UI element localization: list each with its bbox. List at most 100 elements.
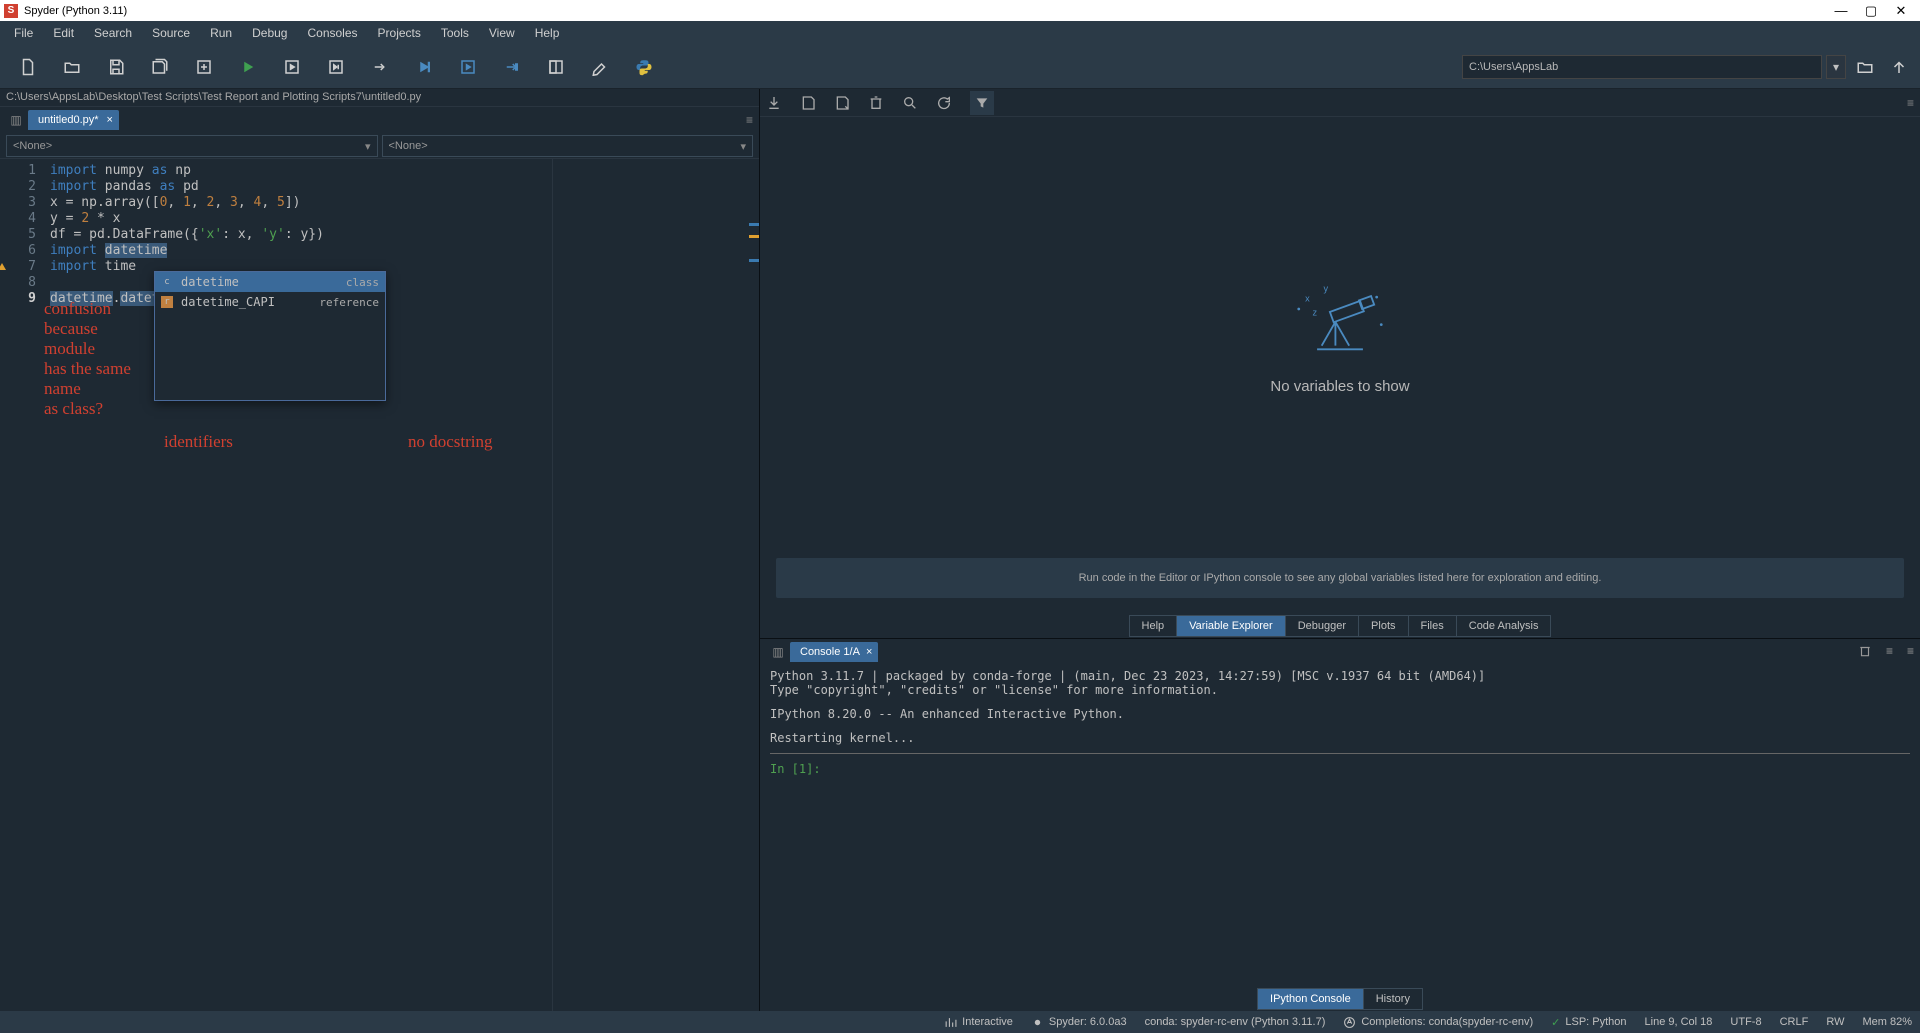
close-button[interactable]: ✕ <box>1886 3 1916 19</box>
editor-tab-untitled0[interactable]: untitled0.py* × <box>28 110 119 130</box>
console-body[interactable]: Python 3.11.7 | packaged by conda-forge … <box>760 665 1920 987</box>
pane-tab-code-analysis[interactable]: Code Analysis <box>1457 615 1552 637</box>
menu-edit[interactable]: Edit <box>43 23 84 43</box>
menu-projects[interactable]: Projects <box>368 23 431 43</box>
close-console-tab-icon[interactable]: × <box>866 646 872 658</box>
status-eol[interactable]: CRLF <box>1780 1016 1809 1028</box>
status-spyder-version[interactable]: Spyder: 6.0.0a3 <box>1031 1016 1127 1029</box>
console-tabbar: ▥ Console 1/A × ≡ ≡ <box>760 639 1920 665</box>
breadcrumb: C:\Users\AppsLab\Desktop\Test Scripts\Te… <box>0 89 759 107</box>
varexp-toolbar: ≡ <box>760 89 1920 117</box>
minimize-button[interactable]: — <box>1826 3 1856 18</box>
statusbar: Interactive Spyder: 6.0.0a3 conda: spyde… <box>0 1011 1920 1033</box>
svg-text:z: z <box>1313 307 1318 317</box>
console-pane-tab-history[interactable]: History <box>1364 988 1423 1010</box>
right-pane: ≡ x y z No variables to <box>760 89 1920 1011</box>
status-conda-env[interactable]: conda: spyder-rc-env (Python 3.11.7) <box>1145 1016 1326 1028</box>
menu-file[interactable]: File <box>4 23 43 43</box>
pane-tab-files[interactable]: Files <box>1409 615 1457 637</box>
ipython-prompt: In [1]: <box>770 762 821 776</box>
status-linecol[interactable]: Line 9, Col 18 <box>1645 1016 1713 1028</box>
cwd-input[interactable]: C:\Users\AppsLab <box>1462 55 1822 79</box>
pane-tab-plots[interactable]: Plots <box>1359 615 1408 637</box>
maximize-pane-button[interactable] <box>534 49 578 85</box>
console-options-icon[interactable]: ≡ <box>1907 644 1914 661</box>
code-area[interactable]: import numpy as npimport pandas as pdx =… <box>44 159 759 1011</box>
pane-tab-help[interactable]: Help <box>1129 615 1178 637</box>
console-pane-tabs: IPython ConsoleHistory <box>760 987 1920 1011</box>
pane-tab-debugger[interactable]: Debugger <box>1286 615 1359 637</box>
right-pane-tabs: HelpVariable ExplorerDebuggerPlotsFilesC… <box>760 614 1920 638</box>
search-icon[interactable] <box>902 95 918 111</box>
status-mem[interactable]: Mem 82% <box>1862 1016 1912 1028</box>
run-selection-button[interactable] <box>358 49 402 85</box>
menubar: FileEditSearchSourceRunDebugConsolesProj… <box>0 21 1920 45</box>
debug-cell-button[interactable] <box>446 49 490 85</box>
outline-class-combo[interactable]: <None> <box>6 135 378 157</box>
line-number-gutter: 123456789 <box>0 159 44 1011</box>
interrupt-kernel-icon[interactable]: ≡ <box>1886 644 1893 661</box>
browse-tabs-icon[interactable]: ▥ <box>4 113 28 127</box>
new-cell-button[interactable] <box>182 49 226 85</box>
console-pane-tab-ipython-console[interactable]: IPython Console <box>1257 988 1364 1010</box>
menu-tools[interactable]: Tools <box>431 23 479 43</box>
remove-all-icon[interactable] <box>868 95 884 111</box>
menu-source[interactable]: Source <box>142 23 200 43</box>
browse-console-tabs-icon[interactable]: ▥ <box>766 645 790 659</box>
annotation-identifiers: identifiers <box>164 432 233 452</box>
menu-view[interactable]: View <box>479 23 525 43</box>
varexp-options-button[interactable]: ≡ <box>1907 96 1914 110</box>
editor-ruler <box>552 159 553 1011</box>
outline-method-combo[interactable]: <None> <box>382 135 754 157</box>
editor-options-button[interactable]: ≡ <box>746 113 753 127</box>
maximize-button[interactable]: ▢ <box>1856 3 1886 19</box>
status-lsp[interactable]: ✓LSP: Python <box>1551 1016 1626 1029</box>
editor-body[interactable]: 123456789 import numpy as npimport panda… <box>0 159 759 1011</box>
save-data-as-icon[interactable] <box>834 95 850 111</box>
autocomplete-popup[interactable]: cdatetimeclassrdatetime_CAPIreference <box>154 271 386 401</box>
outline-bar: <None> <None> <box>0 133 759 159</box>
menu-help[interactable]: Help <box>525 23 570 43</box>
filter-icon[interactable] <box>970 91 994 115</box>
menu-run[interactable]: Run <box>200 23 242 43</box>
menu-search[interactable]: Search <box>84 23 142 43</box>
no-variables-label: No variables to show <box>1270 378 1409 395</box>
main-toolbar: C:\Users\AppsLab ▾ <box>0 45 1920 89</box>
svg-text:x: x <box>1305 294 1310 304</box>
debug-selection-button[interactable] <box>490 49 534 85</box>
save-all-button[interactable] <box>138 49 182 85</box>
telescope-icon: x y z <box>1285 280 1395 360</box>
debug-button[interactable] <box>402 49 446 85</box>
browse-cwd-button[interactable] <box>1850 49 1880 85</box>
status-interactive[interactable]: Interactive <box>944 1016 1013 1029</box>
menu-consoles[interactable]: Consoles <box>297 23 367 43</box>
status-encoding[interactable]: UTF-8 <box>1730 1016 1761 1028</box>
autocomplete-item-datetime_CAPI[interactable]: rdatetime_CAPIreference <box>155 292 385 312</box>
console-tab-1a[interactable]: Console 1/A × <box>790 642 878 662</box>
pane-tab-variable-explorer[interactable]: Variable Explorer <box>1177 615 1286 637</box>
close-tab-icon[interactable]: × <box>107 114 113 126</box>
run-cell-button[interactable] <box>270 49 314 85</box>
new-file-button[interactable] <box>6 49 50 85</box>
main-area: C:\Users\AppsLab\Desktop\Test Scripts\Te… <box>0 89 1920 1011</box>
status-rw[interactable]: RW <box>1826 1016 1844 1028</box>
autocomplete-item-datetime[interactable]: cdatetimeclass <box>155 272 385 292</box>
menu-debug[interactable]: Debug <box>242 23 297 43</box>
save-data-icon[interactable] <box>800 95 816 111</box>
import-data-icon[interactable] <box>766 95 782 111</box>
titlebar: S Spyder (Python 3.11) — ▢ ✕ <box>0 0 1920 21</box>
open-file-button[interactable] <box>50 49 94 85</box>
preferences-button[interactable] <box>578 49 622 85</box>
cwd-dropdown-button[interactable]: ▾ <box>1826 55 1846 79</box>
refresh-icon[interactable] <box>936 95 952 111</box>
save-file-button[interactable] <box>94 49 138 85</box>
editor-pane: C:\Users\AppsLab\Desktop\Test Scripts\Te… <box>0 89 760 1011</box>
annotation-no-docstring: no docstring <box>408 432 493 452</box>
run-cell-advance-button[interactable] <box>314 49 358 85</box>
python-path-button[interactable] <box>622 49 666 85</box>
status-completions[interactable]: Completions: conda(spyder-rc-env) <box>1343 1016 1533 1029</box>
run-button[interactable] <box>226 49 270 85</box>
remove-variables-icon[interactable] <box>1858 644 1872 661</box>
varexp-body: x y z No variables to show <box>760 117 1920 558</box>
parent-dir-button[interactable] <box>1884 49 1914 85</box>
